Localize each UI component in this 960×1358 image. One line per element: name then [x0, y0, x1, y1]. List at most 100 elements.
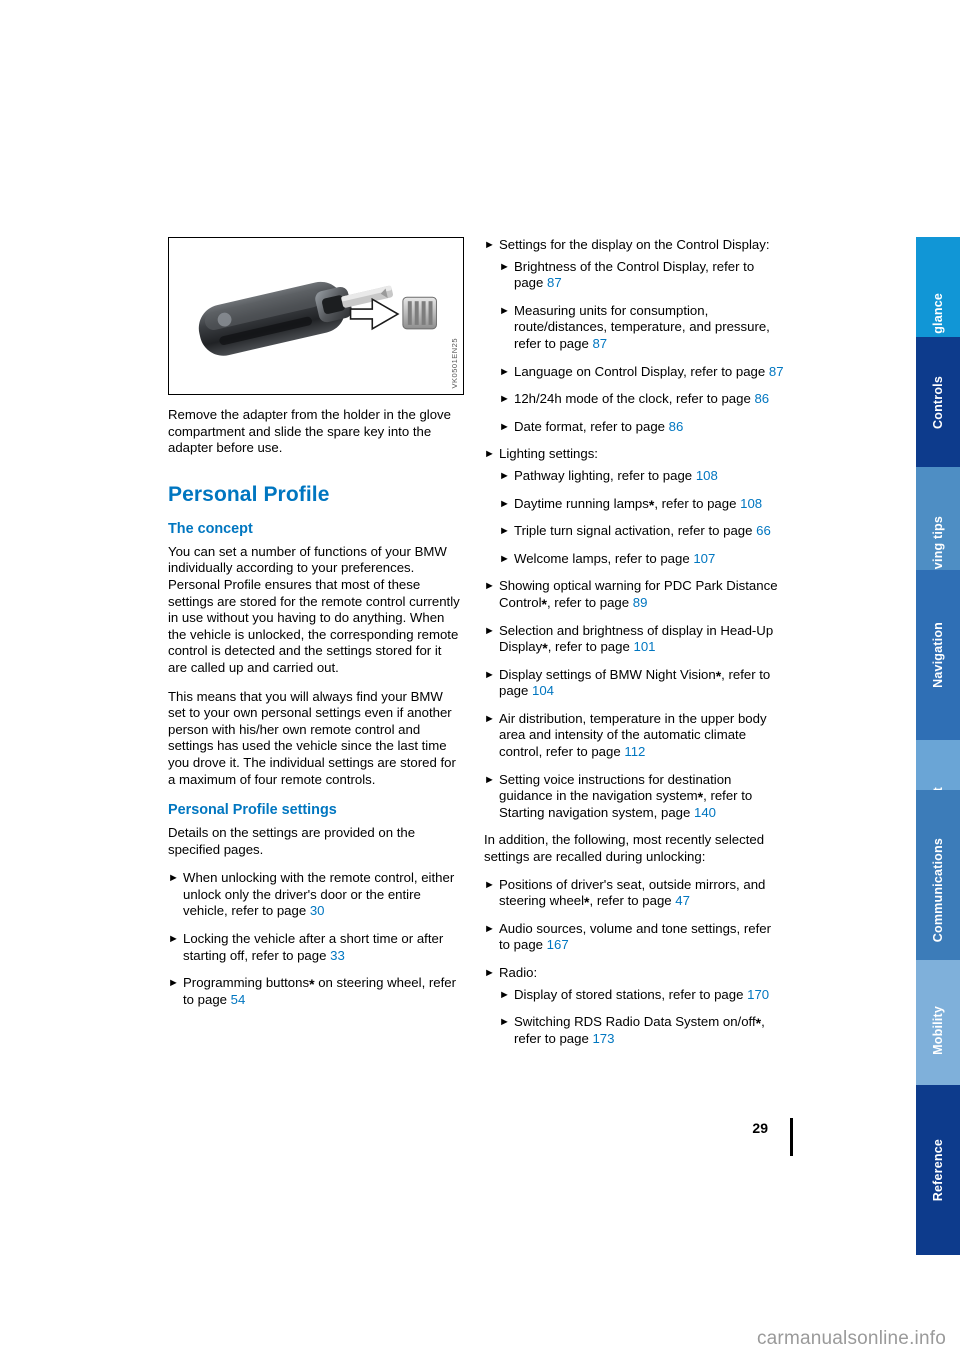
page-ref[interactable]: 87 [547, 275, 562, 290]
page-ref[interactable]: 47 [675, 893, 690, 908]
tab-mobility[interactable]: Mobility [916, 960, 960, 1100]
list-item-text: Locking the vehicle after a short time o… [183, 931, 444, 963]
list-item: ► Positions of driver's seat, outside mi… [484, 877, 784, 910]
settings-list: ► When unlocking with the remote control… [168, 870, 464, 1008]
list-item: ► Triple turn signal activation, refer t… [499, 523, 784, 540]
right-settings-list: ► Settings for the display on the Contro… [484, 237, 784, 821]
page-number-rule [790, 1118, 793, 1156]
list-item: ► When unlocking with the remote control… [168, 870, 464, 920]
page-ref[interactable]: 112 [624, 744, 645, 759]
tab-label: Navigation [931, 622, 945, 688]
list-item: ► Air distribution, temperature in the u… [484, 711, 784, 761]
page-ref[interactable]: 170 [747, 987, 769, 1002]
bullet-arrow-icon: ► [499, 260, 510, 273]
tab-label: Mobility [931, 1005, 945, 1055]
page-ref[interactable]: 108 [696, 468, 718, 483]
page-ref[interactable]: 173 [592, 1031, 614, 1046]
bullet-arrow-icon: ► [168, 933, 179, 946]
concept-paragraph-2: This means that you will always find you… [168, 688, 456, 787]
tab-reference[interactable]: Reference [916, 1085, 960, 1255]
list-item-text: 12h/24h mode of the clock, refer to page [514, 391, 755, 407]
bullet-arrow-icon: ► [484, 773, 495, 786]
list-item-text: Pathway lighting, refer to page [514, 467, 696, 483]
page-ref[interactable]: 87 [769, 364, 784, 379]
list-item-text: Date format, refer to page [514, 418, 669, 434]
remote-key-figure: VK0501EN25 [168, 237, 464, 395]
heading-the-concept: The concept [168, 520, 253, 537]
list-item-radio: ► Radio: [484, 965, 784, 982]
list-item-text: Language on Control Display, refer to pa… [514, 363, 769, 379]
list-item-display-settings: ► Settings for the display on the Contro… [484, 237, 784, 254]
page-ref[interactable]: 167 [547, 937, 569, 952]
settings-intro-paragraph: Details on the settings are provided on … [168, 825, 416, 857]
page-ref[interactable]: 107 [693, 551, 715, 566]
list-item: ► Language on Control Display, refer to … [499, 364, 784, 381]
bullet-arrow-icon: ► [499, 393, 510, 406]
list-item-text: Lighting settings: [499, 446, 598, 462]
concept-paragraph-1: You can set a number of functions of you… [168, 543, 460, 675]
bullet-arrow-icon: ► [168, 872, 179, 885]
list-item-text: Radio: [499, 965, 538, 980]
list-item: ► Brightness of the Control Display, ref… [499, 259, 784, 292]
page-ref[interactable]: 54 [231, 992, 246, 1007]
page-ref[interactable]: 86 [754, 391, 769, 406]
list-item-text: Switching RDS Radio Data System on/off*,… [514, 1014, 765, 1046]
bullet-arrow-icon: ► [168, 977, 179, 990]
list-item-text: Measuring units for consumption, route/d… [514, 302, 770, 351]
bullet-arrow-icon: ► [499, 988, 510, 1001]
figure-credit: VK0501EN25 [450, 337, 459, 388]
page-title: Personal Profile [168, 482, 330, 506]
list-item-text: Daytime running lamps*, refer to page [514, 495, 741, 513]
page-ref[interactable]: 33 [330, 948, 345, 963]
site-watermark: carmanualsonline.info [756, 1328, 946, 1349]
bullet-arrow-icon: ► [484, 668, 495, 681]
tab-controls[interactable]: Controls [916, 337, 960, 467]
list-item-text: Audio sources, volume and tone settings,… [499, 920, 771, 953]
bullet-arrow-icon: ► [484, 878, 495, 891]
page-ref[interactable]: 101 [633, 639, 655, 654]
list-item-lighting-settings: ► Lighting settings: [484, 446, 784, 463]
bullet-arrow-icon: ► [484, 448, 495, 461]
list-item: ► Measuring units for consumption, route… [499, 303, 784, 353]
tab-label: Reference [931, 1138, 945, 1202]
recalled-settings-list: ► Positions of driver's seat, outside mi… [484, 877, 784, 1048]
page-ref[interactable]: 86 [669, 419, 684, 434]
list-item-text: Triple turn signal activation, refer to … [514, 523, 757, 539]
bullet-arrow-icon: ► [499, 525, 510, 538]
page-ref[interactable]: 108 [740, 496, 762, 511]
tab-label: Communications [931, 837, 945, 943]
bullet-arrow-icon: ► [499, 420, 510, 433]
tab-navigation[interactable]: Navigation [916, 570, 960, 740]
bullet-arrow-icon: ► [499, 304, 510, 317]
bullet-arrow-icon: ► [484, 580, 495, 593]
bullet-arrow-icon: ► [484, 922, 495, 935]
manual-page: At a glance Controls Driving tips Naviga… [0, 0, 960, 1358]
list-item: ► Programming buttons* on steering wheel… [168, 975, 464, 1008]
page-ref[interactable]: 104 [532, 683, 554, 698]
left-column: VK0501EN25 Remove the adapter from the h… [168, 237, 464, 1019]
bullet-arrow-icon: ► [484, 967, 495, 979]
list-item: ► Switching RDS Radio Data System on/off… [499, 1014, 784, 1047]
section-tab-rail: At a glance Controls Driving tips Naviga… [916, 0, 960, 1310]
list-item: ► Daytime running lamps*, refer to page … [499, 496, 784, 513]
list-item: ► Locking the vehicle after a short time… [168, 931, 464, 964]
addition-paragraph: In addition, the following, most recentl… [484, 832, 765, 865]
list-item: ► Display of stored stations, refer to p… [499, 987, 784, 1004]
tab-label: Controls [931, 375, 945, 429]
list-item: ► Display settings of BMW Night Vision*,… [484, 667, 784, 700]
right-column: ► Settings for the display on the Contro… [484, 237, 784, 1058]
bullet-arrow-icon: ► [484, 712, 495, 725]
page-ref[interactable]: 140 [694, 805, 716, 820]
list-item: ► Audio sources, volume and tone setting… [484, 921, 784, 954]
page-ref[interactable]: 66 [756, 523, 771, 538]
list-item-text: Display of stored stations, refer to pag… [514, 986, 748, 1002]
page-ref[interactable]: 87 [592, 336, 607, 351]
bullet-arrow-icon: ► [499, 497, 510, 510]
list-item-text: Settings for the display on the Control … [499, 237, 770, 252]
list-item: ► Pathway lighting, refer to page 108 [499, 468, 784, 485]
page-number: 29 [752, 1120, 768, 1136]
list-item-text: Positions of driver's seat, outside mirr… [499, 876, 766, 911]
bullet-arrow-icon: ► [499, 552, 510, 565]
page-ref[interactable]: 30 [310, 903, 325, 918]
page-ref[interactable]: 89 [633, 595, 648, 610]
